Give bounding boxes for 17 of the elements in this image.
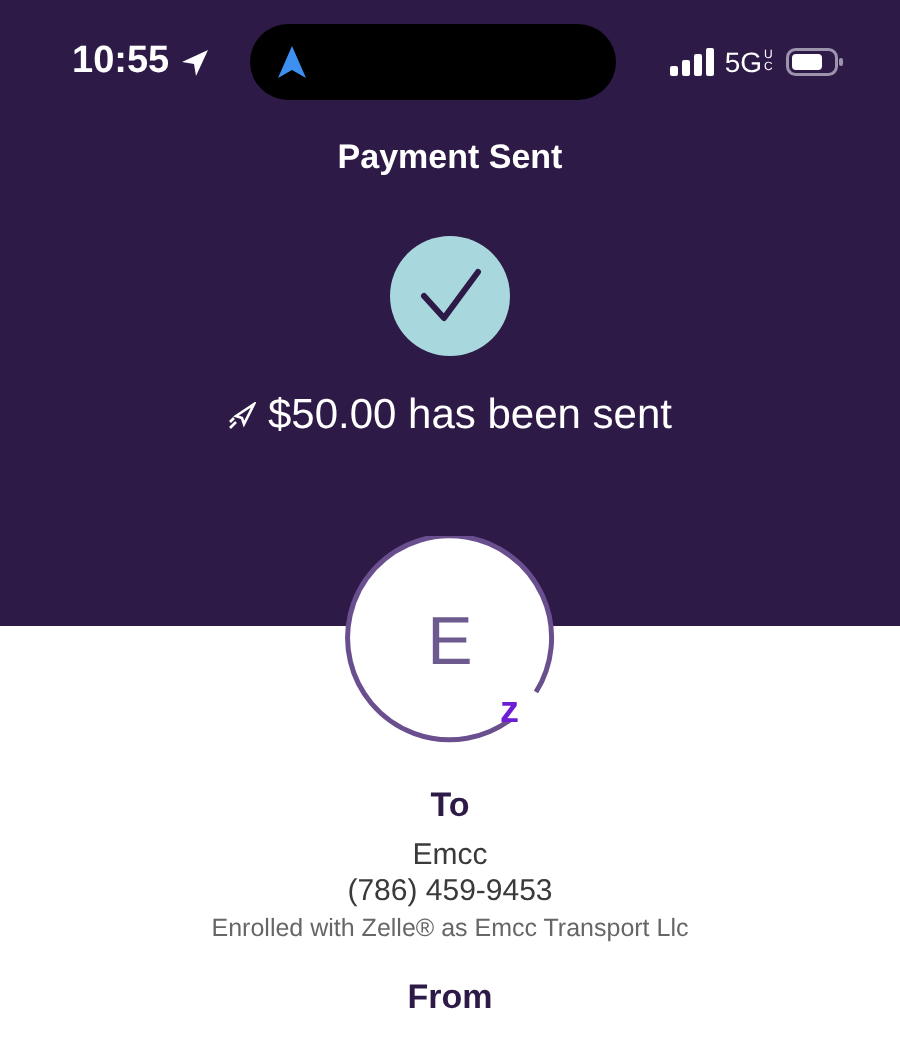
amount-sent-text: $50.00 has been sent (267, 392, 672, 440)
network-label: 5G (724, 46, 762, 78)
location-arrow-icon (179, 47, 210, 77)
navigation-arrow-icon (277, 46, 306, 78)
zelle-mark: z (500, 692, 519, 732)
from-heading: From (407, 978, 493, 1018)
paper-plane-icon (227, 402, 256, 430)
to-heading: To (430, 786, 470, 826)
recipient-phone: (786) 459-9453 (347, 874, 553, 908)
checkmark-icon (390, 236, 510, 356)
battery-icon (786, 48, 844, 76)
signal-icon (670, 48, 715, 76)
enrollment-note: Enrolled with Zelle® as Emcc Transport Llc (211, 914, 689, 942)
avatar-initial: E (427, 606, 473, 678)
screen-title: Payment Sent (337, 138, 563, 178)
status-time: 10:55 (72, 40, 170, 84)
recipient-name: Emcc (412, 838, 488, 872)
